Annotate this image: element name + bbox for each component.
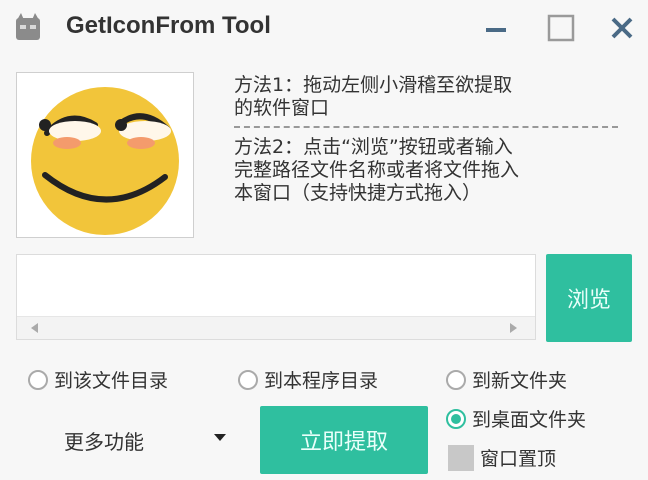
minimize-icon[interactable] <box>478 10 514 46</box>
radio-label: 到桌面文件夹 <box>472 409 587 431</box>
radio-to-program-dir[interactable]: 到本程序目录 <box>238 366 378 393</box>
title-bar: GetIconFrom Tool <box>0 0 648 56</box>
browse-button[interactable]: 浏览 <box>546 254 632 342</box>
radio-selected-icon[interactable] <box>446 408 466 429</box>
instructions: 方法1：拖动左侧小滑稽至欲提取 的软件窗口 方法2：点击“浏览”按钮或者输入 完… <box>234 74 634 205</box>
method2-line2: 完整路径文件名称或者将文件拖入 <box>234 159 520 181</box>
radio-to-new-folder[interactable]: 到新文件夹 <box>446 366 567 393</box>
radio-to-file-dir[interactable]: 到该文件目录 <box>28 366 168 393</box>
app-icon <box>16 13 40 40</box>
scroll-left-icon[interactable] <box>31 323 38 333</box>
scroll-right-icon[interactable] <box>510 323 517 333</box>
method1-line2: 的软件窗口 <box>234 97 330 119</box>
checkbox-label: 窗口置顶 <box>480 448 557 470</box>
more-functions-dropdown[interactable]: 更多功能 <box>64 426 144 455</box>
extract-now-button[interactable]: 立即提取 <box>260 406 428 474</box>
radio-label: 到新文件夹 <box>472 370 568 392</box>
separator <box>234 126 618 128</box>
window-topmost-checkbox[interactable]: 窗口置顶 <box>448 444 556 471</box>
radio-label: 到该文件目录 <box>54 370 169 392</box>
method2-line1: 方法2：点击“浏览”按钮或者输入 <box>234 136 513 158</box>
method2-line3: 本窗口（支持快捷方式拖入） <box>234 182 482 204</box>
radio-label: 到本程序目录 <box>264 370 379 392</box>
radio-icon[interactable] <box>28 369 48 390</box>
smiley-face-icon[interactable] <box>17 73 193 237</box>
horizontal-scrollbar[interactable] <box>17 316 535 339</box>
close-icon[interactable] <box>604 10 640 46</box>
path-input[interactable] <box>23 261 527 293</box>
drag-target-preview[interactable] <box>16 72 194 238</box>
radio-icon[interactable] <box>446 369 466 390</box>
method1-line1: 方法1：拖动左侧小滑稽至欲提取 <box>234 74 513 96</box>
maximize-icon[interactable] <box>543 10 579 46</box>
checkbox-icon[interactable] <box>448 444 474 471</box>
path-input-box[interactable] <box>16 254 536 340</box>
radio-to-desktop-folder[interactable]: 到桌面文件夹 <box>446 405 586 432</box>
chevron-down-icon[interactable] <box>214 434 226 441</box>
radio-icon[interactable] <box>238 369 258 390</box>
window-title: GetIconFrom Tool <box>66 12 271 39</box>
